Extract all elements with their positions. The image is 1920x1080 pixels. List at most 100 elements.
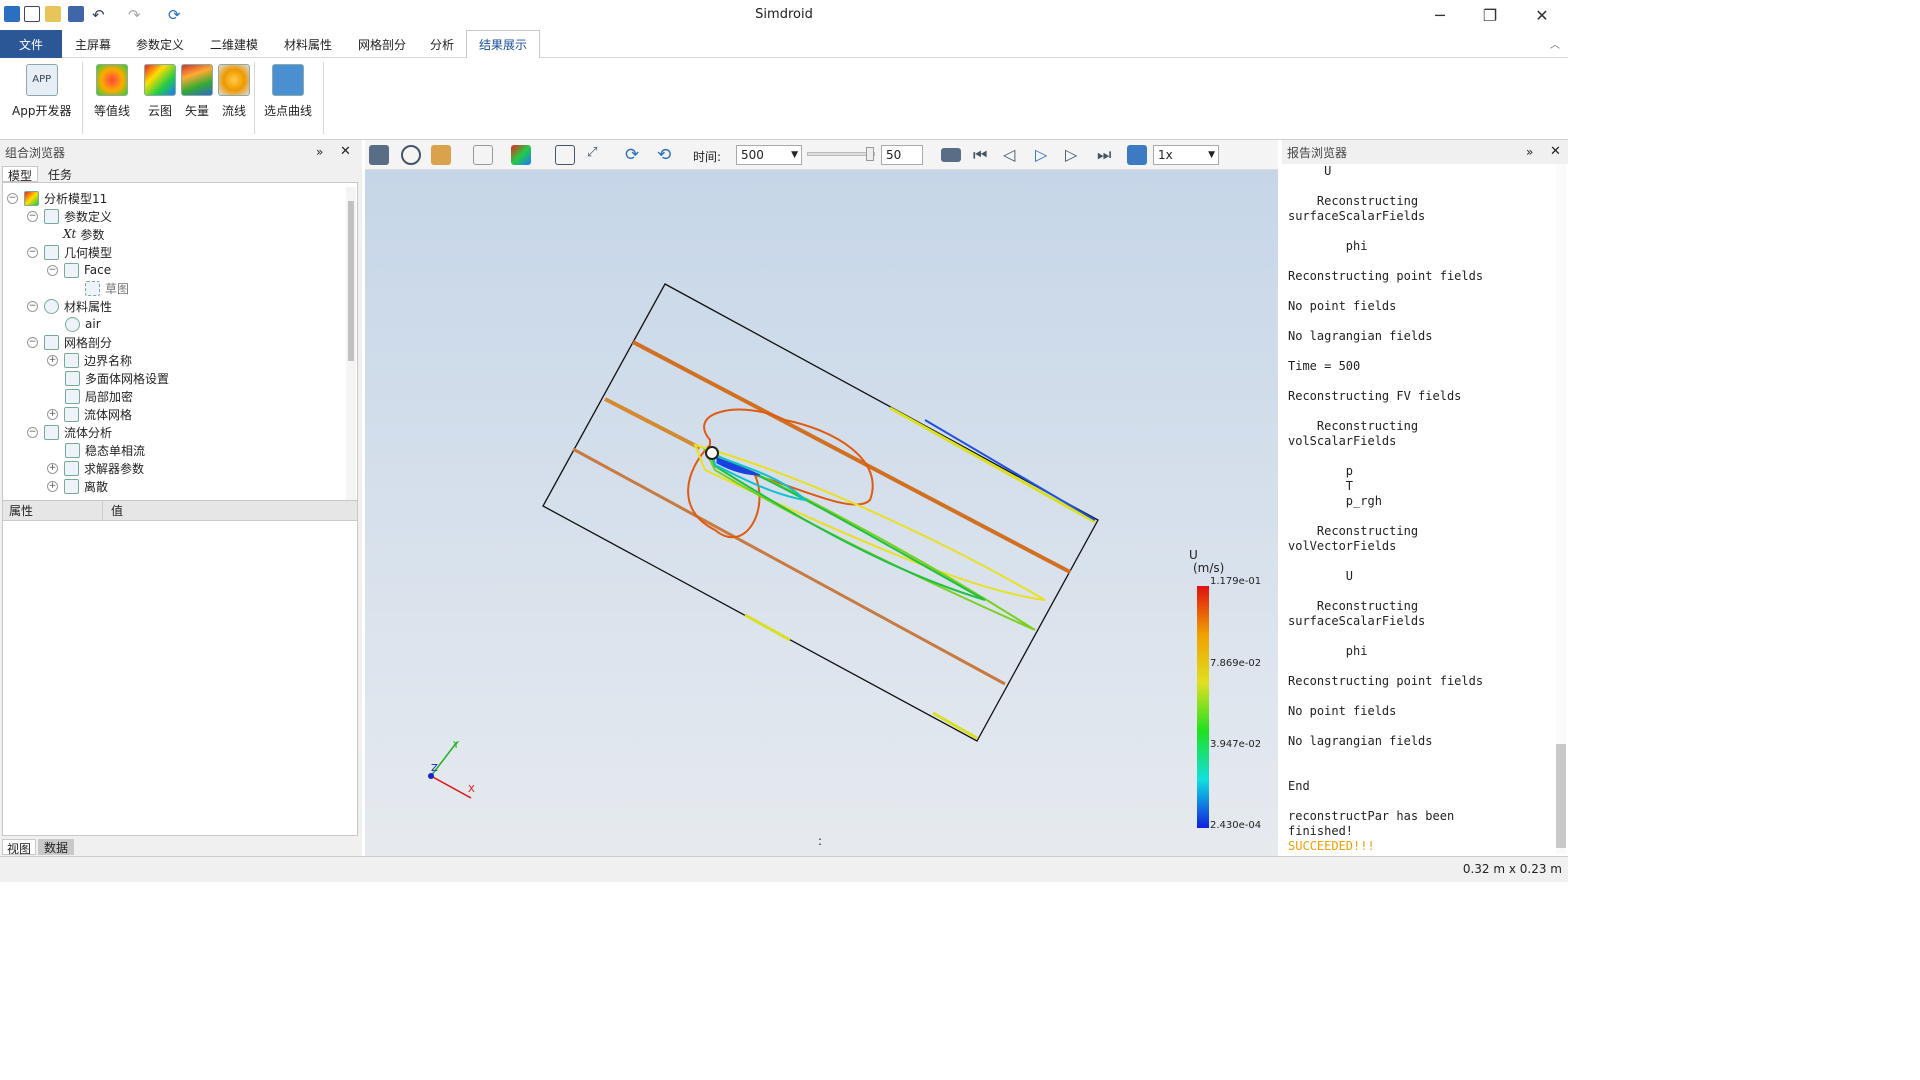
streak-line bbox=[924, 419, 1096, 521]
tree-node[interactable]: − 分析模型11 bbox=[7, 189, 107, 207]
tree-node[interactable]: − 材料属性 bbox=[27, 297, 112, 315]
param-icon bbox=[44, 208, 59, 224]
expand-icon[interactable]: + bbox=[47, 462, 58, 474]
expand-icon[interactable]: + bbox=[47, 354, 58, 366]
status-bar: 0.32 m x 0.23 m bbox=[0, 856, 1568, 882]
next-frame-icon[interactable]: ▷ bbox=[1065, 145, 1085, 165]
time-slider[interactable] bbox=[807, 147, 875, 161]
report-log: U Reconstructing surfaceScalarFields phi… bbox=[1288, 164, 1484, 853]
time-slider-handle[interactable] bbox=[866, 147, 874, 161]
minimize-button[interactable]: ─ bbox=[1416, 0, 1464, 30]
tree-node[interactable]: − 几何模型 bbox=[27, 243, 112, 261]
first-frame-icon[interactable]: ⏮ bbox=[973, 145, 993, 165]
tab-task[interactable]: 任务 bbox=[42, 166, 78, 182]
fit-view-icon[interactable] bbox=[555, 145, 575, 165]
model-dimensions: 0.32 m x 0.23 m bbox=[1462, 862, 1562, 876]
cloud-map-button[interactable]: 云图 bbox=[144, 64, 176, 119]
tree-node[interactable]: − 流体分析 bbox=[27, 423, 112, 441]
tree-node[interactable]: X𝑡 参数 bbox=[63, 225, 104, 243]
rotate-cw-icon[interactable]: ⟳ bbox=[625, 145, 645, 165]
tree-node[interactable]: + 离散 bbox=[47, 477, 108, 495]
legend-tick: 3.947e-02 bbox=[1210, 739, 1262, 750]
polyhedral-mesh-icon bbox=[65, 370, 80, 386]
play-icon[interactable]: ▷ bbox=[1035, 145, 1055, 165]
tab-view[interactable]: 视图 bbox=[2, 839, 36, 856]
steady-flow-icon bbox=[65, 442, 80, 458]
collapse-ribbon-icon[interactable]: ︿ bbox=[1550, 36, 1560, 51]
tree-node[interactable]: 多面体网格设置 bbox=[65, 369, 169, 387]
tree-node[interactable]: 稳态单相流 bbox=[65, 441, 145, 459]
combo-browser-header: 组合浏览器 bbox=[5, 145, 66, 160]
tab-materials[interactable]: 材料属性 bbox=[272, 30, 344, 58]
collapse-icon[interactable]: − bbox=[27, 210, 38, 222]
collapse-icon[interactable]: − bbox=[27, 246, 38, 258]
tab-home[interactable]: 主屏幕 bbox=[64, 30, 122, 58]
probe-curve-button[interactable]: 选点曲线 bbox=[264, 64, 312, 119]
time-label: 时间: bbox=[693, 150, 722, 164]
float-panel-icon[interactable]: » bbox=[1526, 145, 1533, 159]
time-select[interactable]: 500 ▼ bbox=[736, 145, 802, 165]
export-icon[interactable] bbox=[1127, 145, 1147, 165]
streamline-button[interactable]: 流线 bbox=[218, 64, 250, 119]
tree-node[interactable]: 草图 bbox=[85, 279, 129, 297]
legend-title: U bbox=[1189, 548, 1198, 562]
menu-file[interactable]: 文件 bbox=[0, 30, 62, 58]
display-mode-icon[interactable] bbox=[511, 145, 531, 165]
axis-view-icon[interactable]: ⤢ bbox=[587, 145, 607, 165]
brush-icon[interactable] bbox=[431, 145, 451, 165]
mesh-icon bbox=[44, 334, 59, 350]
tab-parameters[interactable]: 参数定义 bbox=[124, 30, 196, 58]
tree-node[interactable]: − Face bbox=[47, 261, 111, 279]
material-icon bbox=[44, 298, 59, 314]
tree-node[interactable]: air bbox=[65, 315, 101, 333]
streak-line bbox=[572, 447, 1006, 686]
refine-icon bbox=[65, 388, 80, 404]
expand-icon[interactable]: + bbox=[47, 408, 58, 420]
clip-plane-icon[interactable] bbox=[473, 145, 493, 165]
viewport-3d[interactable]: X Y Z U (m/s) 1.179e-01 7.869e-02 3.947e… bbox=[365, 170, 1278, 856]
contour-button[interactable]: 等值线 bbox=[94, 64, 130, 119]
streak-line bbox=[604, 397, 701, 450]
tree-node[interactable]: + 求解器参数 bbox=[47, 459, 144, 477]
tree-node[interactable]: + 流体网格 bbox=[47, 405, 132, 423]
tab-model[interactable]: 模型 bbox=[2, 166, 38, 183]
tree-node[interactable]: − 参数定义 bbox=[27, 207, 112, 225]
collapse-icon[interactable]: − bbox=[27, 336, 38, 348]
previous-frame-icon[interactable]: ◁ bbox=[1003, 145, 1023, 165]
fluid-mesh-icon bbox=[64, 406, 79, 422]
screenshot-icon[interactable] bbox=[369, 145, 389, 165]
collapse-icon[interactable]: − bbox=[7, 192, 18, 204]
step-spinner[interactable]: 50 bbox=[881, 145, 923, 165]
tab-data[interactable]: 数据 bbox=[38, 839, 74, 855]
last-frame-icon[interactable]: ⏭ bbox=[1097, 145, 1117, 165]
app-developer-button[interactable]: APP App开发器 bbox=[12, 64, 71, 119]
speed-select[interactable]: 1x ▼ bbox=[1153, 145, 1219, 165]
report-scrollbar[interactable] bbox=[1556, 164, 1566, 854]
rotate-ccw-icon[interactable]: ⟲ bbox=[657, 145, 677, 165]
collapse-icon[interactable]: − bbox=[27, 300, 38, 312]
float-panel-icon[interactable]: » bbox=[316, 145, 323, 159]
close-panel-icon[interactable]: ✕ bbox=[1550, 144, 1561, 159]
record-video-icon[interactable] bbox=[941, 148, 961, 162]
y-axis-label: Y bbox=[452, 740, 460, 751]
tree-scrollbar-thumb[interactable] bbox=[348, 201, 354, 361]
zoom-icon[interactable] bbox=[401, 145, 421, 165]
report-scrollbar-thumb[interactable] bbox=[1556, 744, 1566, 848]
tab-analysis[interactable]: 分析 bbox=[420, 30, 464, 58]
close-panel-icon[interactable]: ✕ bbox=[340, 144, 351, 159]
restore-button[interactable]: ❐ bbox=[1466, 0, 1514, 30]
expand-icon[interactable]: + bbox=[47, 480, 58, 492]
tree-node[interactable]: + 边界名称 bbox=[47, 351, 132, 369]
tab-2d-modeling[interactable]: 二维建模 bbox=[198, 30, 270, 58]
close-button[interactable]: ✕ bbox=[1518, 0, 1566, 30]
report-browser: 报告浏览器 » ✕ U Reconstructing surfaceScalar… bbox=[1282, 140, 1568, 856]
collapse-icon[interactable]: − bbox=[47, 264, 58, 276]
tree-node[interactable]: − 网格剖分 bbox=[27, 333, 112, 351]
tab-results[interactable]: 结果展示 bbox=[466, 30, 540, 59]
tree-node[interactable]: 局部加密 bbox=[65, 387, 133, 405]
collapse-icon[interactable]: − bbox=[27, 426, 38, 438]
ribbon-separator bbox=[82, 62, 83, 134]
splitter-handle[interactable]: : bbox=[818, 834, 822, 848]
vector-button[interactable]: 矢量 bbox=[181, 64, 213, 119]
tab-meshing[interactable]: 网格剖分 bbox=[346, 30, 418, 58]
